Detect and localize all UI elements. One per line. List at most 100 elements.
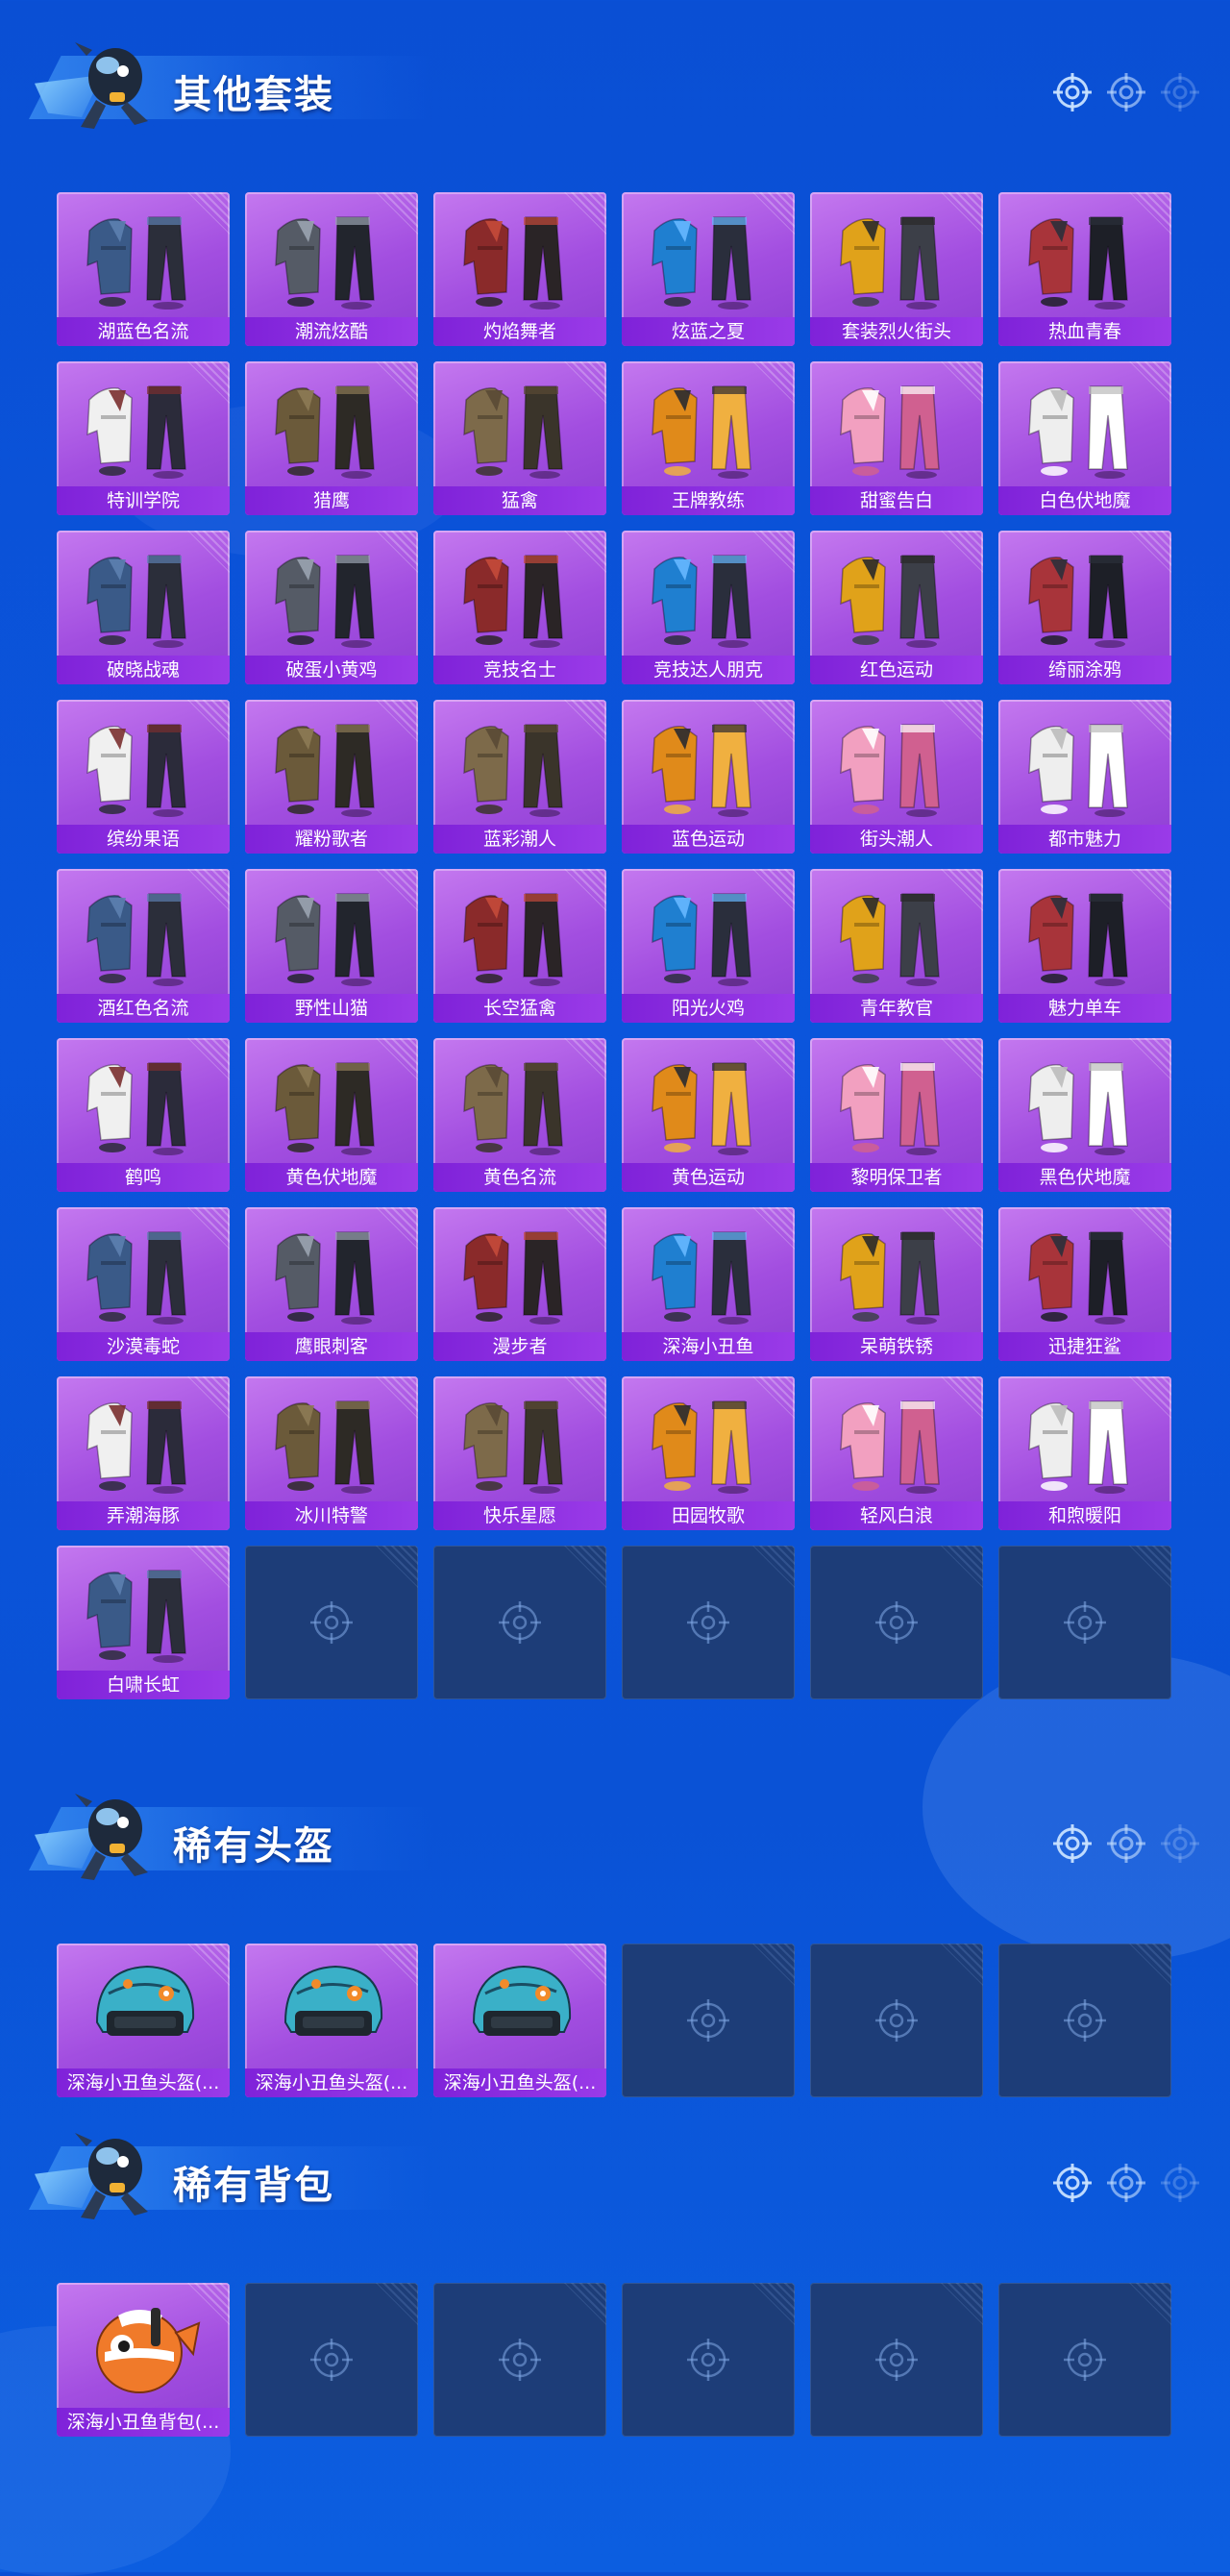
item-card[interactable]: 魅力单车 [998,869,1171,1023]
item-card[interactable]: 田园牧歌 [622,1376,795,1530]
item-card[interactable]: 绮丽涂鸦 [998,531,1171,684]
item-label: 黄色名流 [433,1163,606,1192]
item-card[interactable]: 猎鹰 [245,361,418,515]
item-label: 王牌教练 [622,486,795,515]
item-card[interactable]: 深海小丑鱼 [622,1207,795,1361]
item-card[interactable]: 黎明保卫者 [810,1038,983,1192]
backpack-image [80,2294,207,2402]
item-card[interactable]: 白啸长虹 [57,1546,230,1699]
empty-slot [998,1546,1171,1699]
item-card[interactable]: 都市魅力 [998,700,1171,854]
item-card[interactable]: 阳光火鸡 [622,869,795,1023]
item-card[interactable]: 鹰眼刺客 [245,1207,418,1361]
empty-slot [810,1546,983,1699]
item-card[interactable]: 酒红色名流 [57,869,230,1023]
section-1: 其他套装 湖蓝色名流 潮流炫酷 灼焰舞者 炫蓝之夏 套装烈火街头 热血青春 特训… [0,29,1230,1699]
item-card[interactable]: 耀粉歌者 [245,700,418,854]
item-label: 野性山猫 [245,994,418,1023]
item-card[interactable]: 漫步者 [433,1207,606,1361]
outfit-image [268,711,395,819]
outfit-image [268,373,395,481]
outfit-image [80,880,207,988]
item-card[interactable]: 竞技名士 [433,531,606,684]
item-card[interactable]: 深海小丑鱼头盔(... [433,1944,606,2097]
item-card[interactable]: 呆萌铁锈 [810,1207,983,1361]
item-label: 套装烈火街头 [810,317,983,346]
item-label: 弄潮海豚 [57,1501,230,1530]
header-crosshairs [1051,1822,1201,1869]
section-title: 稀有背包 [173,2164,334,2208]
item-card[interactable]: 黑色伏地魔 [998,1038,1171,1192]
item-card[interactable]: 黄色名流 [433,1038,606,1192]
item-card[interactable]: 深海小丑鱼头盔(... [245,1944,418,2097]
section-header: 其他套装 [0,29,1230,139]
item-card[interactable]: 甜蜜告白 [810,361,983,515]
item-card[interactable]: 黄色伏地魔 [245,1038,418,1192]
item-card[interactable]: 野性山猫 [245,869,418,1023]
outfit-image [833,880,960,988]
section-title: 稀有头盔 [173,1824,334,1869]
item-label: 灼焰舞者 [433,317,606,346]
outfit-image [80,1388,207,1496]
outfit-image [645,1050,772,1157]
item-card[interactable]: 蓝色运动 [622,700,795,854]
item-label: 潮流炫酷 [245,317,418,346]
crosshair-icon [1062,1599,1108,1646]
item-label: 炫蓝之夏 [622,317,795,346]
outfit-image [645,880,772,988]
crosshair-icon [1159,2162,1201,2208]
item-label: 黑色伏地魔 [998,1163,1171,1192]
item-card[interactable]: 轻风白浪 [810,1376,983,1530]
outfit-image [456,1388,583,1496]
item-card[interactable]: 鹤鸣 [57,1038,230,1192]
item-card[interactable]: 迅捷狂鲨 [998,1207,1171,1361]
item-card[interactable]: 破蛋小黄鸡 [245,531,418,684]
empty-slot [245,1546,418,1699]
item-card[interactable]: 湖蓝色名流 [57,192,230,346]
outfit-image [645,1388,772,1496]
item-card[interactable]: 猛禽 [433,361,606,515]
crosshair-icon [873,1599,920,1646]
crosshair-icon [1051,71,1094,117]
item-card[interactable]: 快乐星愿 [433,1376,606,1530]
item-card[interactable]: 缤纷果语 [57,700,230,854]
crosshair-icon [1159,1822,1201,1869]
item-card[interactable]: 深海小丑鱼背包(... [57,2283,230,2437]
item-card[interactable]: 潮流炫酷 [245,192,418,346]
item-card[interactable]: 炫蓝之夏 [622,192,795,346]
item-label: 沙漠毒蛇 [57,1332,230,1361]
empty-slot [998,1944,1171,2097]
item-card[interactable]: 王牌教练 [622,361,795,515]
item-card[interactable]: 深海小丑鱼头盔(... [57,1944,230,2097]
item-card[interactable]: 红色运动 [810,531,983,684]
outfit-image [80,204,207,311]
item-card[interactable]: 灼焰舞者 [433,192,606,346]
item-card[interactable]: 特训学院 [57,361,230,515]
item-card[interactable]: 套装烈火街头 [810,192,983,346]
item-card[interactable]: 竞技达人朋克 [622,531,795,684]
item-card[interactable]: 蓝彩潮人 [433,700,606,854]
item-card[interactable]: 街头潮人 [810,700,983,854]
item-label: 蓝色运动 [622,825,795,854]
item-card[interactable]: 热血青春 [998,192,1171,346]
item-card[interactable]: 青年教官 [810,869,983,1023]
item-card[interactable]: 黄色运动 [622,1038,795,1192]
item-card[interactable]: 长空猛禽 [433,869,606,1023]
section-header: 稀有头盔 [0,1780,1230,1891]
outfit-image [645,711,772,819]
crosshair-icon [685,1599,731,1646]
item-card[interactable]: 和煦暖阳 [998,1376,1171,1530]
item-label: 鹰眼刺客 [245,1332,418,1361]
item-label: 红色运动 [810,656,983,684]
skydiver-chicken-icon [67,1788,152,1884]
item-card[interactable]: 冰川特警 [245,1376,418,1530]
item-card[interactable]: 破晓战魂 [57,531,230,684]
item-card[interactable]: 白色伏地魔 [998,361,1171,515]
item-card[interactable]: 沙漠毒蛇 [57,1207,230,1361]
crosshair-icon [1062,2337,1108,2383]
crosshair-icon [497,2337,543,2383]
outfit-image [1021,542,1148,650]
item-card[interactable]: 弄潮海豚 [57,1376,230,1530]
section-3: 稀有背包 深海小丑鱼背包(... [0,2119,1230,2437]
item-label: 缤纷果语 [57,825,230,854]
